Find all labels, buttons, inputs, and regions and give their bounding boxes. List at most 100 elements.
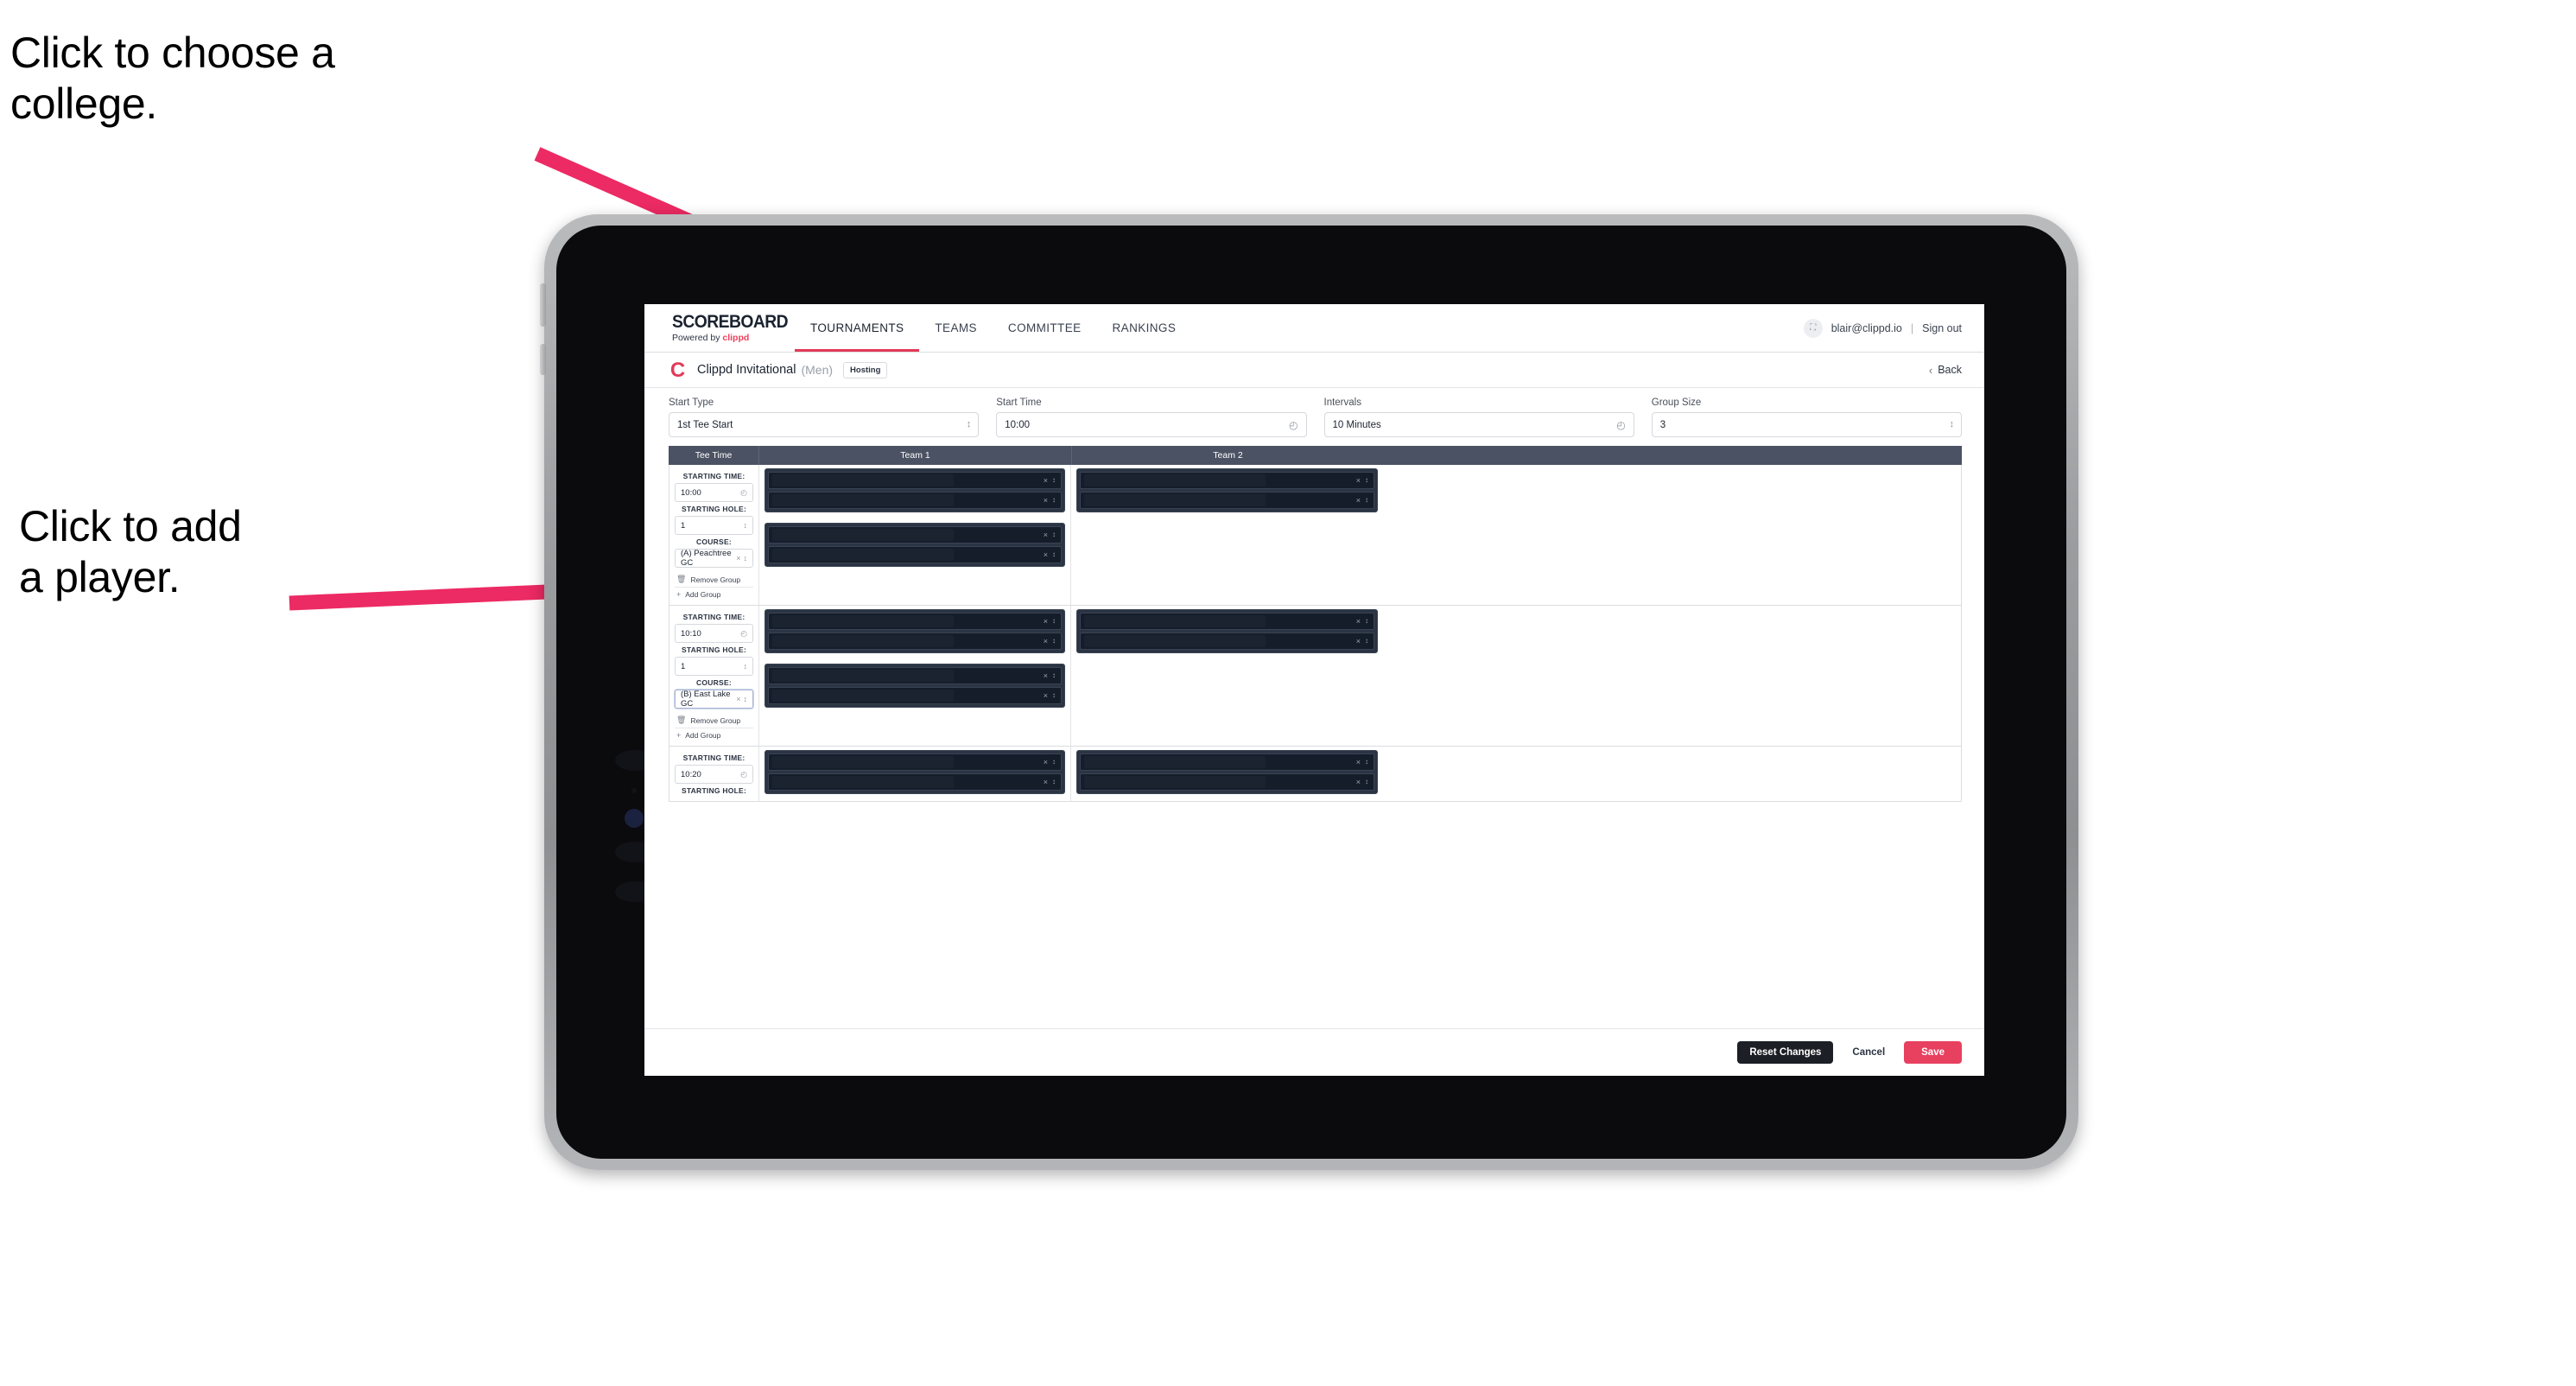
- starting-time-input[interactable]: 10:10 ◴: [675, 624, 753, 643]
- stepper-icon[interactable]: ↕: [1365, 638, 1368, 645]
- close-icon[interactable]: ×: [1356, 617, 1361, 626]
- nav-tab-rankings[interactable]: RANKINGS: [1097, 304, 1192, 352]
- intervals-input[interactable]: 10 Minutes ◴: [1323, 412, 1634, 437]
- add-group-button[interactable]: + Add Group: [675, 588, 753, 601]
- player-slot[interactable]: × ↕: [768, 526, 1062, 544]
- save-button[interactable]: Save: [1904, 1041, 1962, 1064]
- brand-logo[interactable]: SCOREBOARD Powered by clippd: [672, 312, 789, 344]
- back-button[interactable]: ‹ Back: [1929, 364, 1962, 377]
- back-label: Back: [1938, 364, 1962, 376]
- close-icon[interactable]: ×: [1044, 691, 1048, 700]
- player-slot[interactable]: × ↕: [1080, 492, 1374, 509]
- starting-hole-value: 1: [681, 520, 686, 531]
- tablet-volume-up-button[interactable]: [540, 283, 546, 327]
- clippd-c-logo-icon: C: [669, 358, 686, 382]
- player-slot[interactable]: × ↕: [768, 687, 1062, 704]
- sign-out-link[interactable]: Sign out: [1922, 322, 1962, 334]
- redacted-player-name: [1084, 474, 1266, 486]
- player-slot[interactable]: × ↕: [768, 633, 1062, 650]
- starting-time-input[interactable]: 10:00 ◴: [675, 483, 753, 502]
- close-icon[interactable]: ×: [736, 554, 740, 563]
- redacted-player-name: [772, 756, 954, 768]
- label-starting-hole: STARTING HOLE:: [681, 645, 747, 654]
- player-slot[interactable]: × ↕: [1080, 773, 1374, 791]
- close-icon[interactable]: ×: [1044, 671, 1048, 680]
- player-slot[interactable]: × ↕: [768, 613, 1062, 630]
- stepper-icon[interactable]: ↕: [1365, 618, 1368, 625]
- course-select[interactable]: (B) East Lake GC × ↕: [675, 690, 753, 709]
- player-group: × ↕ × ↕: [765, 750, 1065, 794]
- tablet-volume-down-button[interactable]: [540, 344, 546, 375]
- clock-icon: ◴: [740, 487, 747, 497]
- avatar[interactable]: ⛶: [1803, 318, 1823, 338]
- close-icon[interactable]: ×: [1044, 637, 1048, 645]
- label-starting-time: STARTING TIME:: [682, 472, 746, 480]
- cancel-button[interactable]: Cancel: [1842, 1041, 1895, 1064]
- player-slot-tools: × ↕: [1044, 691, 1061, 700]
- stepper-icon[interactable]: ↕: [1052, 551, 1056, 558]
- close-icon[interactable]: ×: [736, 695, 740, 703]
- starting-hole-input[interactable]: 1 ↕: [675, 657, 753, 676]
- close-icon[interactable]: ×: [1356, 758, 1361, 766]
- player-slot[interactable]: × ↕: [1080, 613, 1374, 630]
- stepper-icon[interactable]: ↕: [1365, 779, 1368, 785]
- label-start-type: Start Type: [669, 397, 714, 408]
- close-icon[interactable]: ×: [1044, 476, 1048, 485]
- close-icon[interactable]: ×: [1356, 476, 1361, 485]
- stepper-icon[interactable]: ↕: [1052, 692, 1056, 699]
- close-icon[interactable]: ×: [1044, 550, 1048, 559]
- close-icon[interactable]: ×: [1044, 778, 1048, 786]
- stepper-icon[interactable]: ↕: [1365, 497, 1368, 504]
- label-starting-hole: STARTING HOLE:: [681, 505, 747, 513]
- stepper-icon[interactable]: ↕: [1365, 759, 1368, 766]
- player-slot[interactable]: × ↕: [768, 546, 1062, 563]
- player-slot[interactable]: × ↕: [768, 753, 1062, 771]
- team-1-cell: × ↕ × ↕ × ↕ × ↕: [759, 465, 1071, 605]
- player-slot[interactable]: × ↕: [768, 667, 1062, 684]
- tournament-header: C Clippd Invitational (Men) Hosting ‹ Ba…: [644, 353, 1984, 388]
- player-slot[interactable]: × ↕: [768, 492, 1062, 509]
- nav-tab-committee[interactable]: COMMITTEE: [993, 304, 1097, 352]
- close-icon[interactable]: ×: [1356, 637, 1361, 645]
- stepper-icon[interactable]: ↕: [1052, 531, 1056, 538]
- reset-changes-button[interactable]: Reset Changes: [1737, 1041, 1834, 1064]
- redacted-player-name: [772, 615, 954, 627]
- nav-tab-teams[interactable]: TEAMS: [919, 304, 993, 352]
- close-icon[interactable]: ×: [1044, 758, 1048, 766]
- close-icon[interactable]: ×: [1044, 531, 1048, 539]
- starting-time-value: 10:00: [681, 487, 701, 498]
- player-slot-tools: × ↕: [1044, 637, 1061, 645]
- stepper-icon[interactable]: ↕: [1052, 672, 1056, 679]
- player-slot[interactable]: × ↕: [768, 773, 1062, 791]
- remove-group-button[interactable]: 🗑 Remove Group: [675, 572, 753, 588]
- clock-icon: ◴: [740, 628, 747, 638]
- close-icon[interactable]: ×: [1044, 617, 1048, 626]
- stepper-icon[interactable]: ↕: [1052, 779, 1056, 785]
- start-time-input[interactable]: 10:00 ◴: [996, 412, 1307, 437]
- stepper-icon[interactable]: ↕: [1052, 618, 1056, 625]
- stepper-icon[interactable]: ↕: [1052, 497, 1056, 504]
- player-slot[interactable]: × ↕: [768, 472, 1062, 489]
- course-select[interactable]: (A) Peachtree GC × ↕: [675, 549, 753, 568]
- tablet-sensor-dot: [631, 788, 637, 793]
- close-icon[interactable]: ×: [1356, 496, 1361, 505]
- stepper-icon[interactable]: ↕: [1052, 638, 1056, 645]
- start-type-select[interactable]: 1st Tee Start ↕: [669, 412, 980, 437]
- nav-tab-tournaments[interactable]: TOURNAMENTS: [795, 304, 920, 352]
- starting-time-value: 10:20: [681, 769, 701, 779]
- stepper-icon[interactable]: ↕: [1052, 477, 1056, 484]
- player-slot[interactable]: × ↕: [1080, 472, 1374, 489]
- close-icon[interactable]: ×: [1356, 778, 1361, 786]
- starting-hole-input[interactable]: 1 ↕: [675, 516, 753, 535]
- group-actions: 🗑 Remove Group + Add Group: [675, 713, 753, 742]
- starting-time-input[interactable]: 10:20 ◴: [675, 765, 753, 784]
- add-group-button[interactable]: + Add Group: [675, 728, 753, 742]
- close-icon[interactable]: ×: [1044, 496, 1048, 505]
- stepper-icon: ↕: [743, 661, 748, 671]
- remove-group-button[interactable]: 🗑 Remove Group: [675, 713, 753, 728]
- player-slot[interactable]: × ↕: [1080, 633, 1374, 650]
- player-slot[interactable]: × ↕: [1080, 753, 1374, 771]
- group-size-select[interactable]: 3 ↕: [1651, 412, 1962, 437]
- stepper-icon[interactable]: ↕: [1365, 477, 1368, 484]
- stepper-icon[interactable]: ↕: [1052, 759, 1056, 766]
